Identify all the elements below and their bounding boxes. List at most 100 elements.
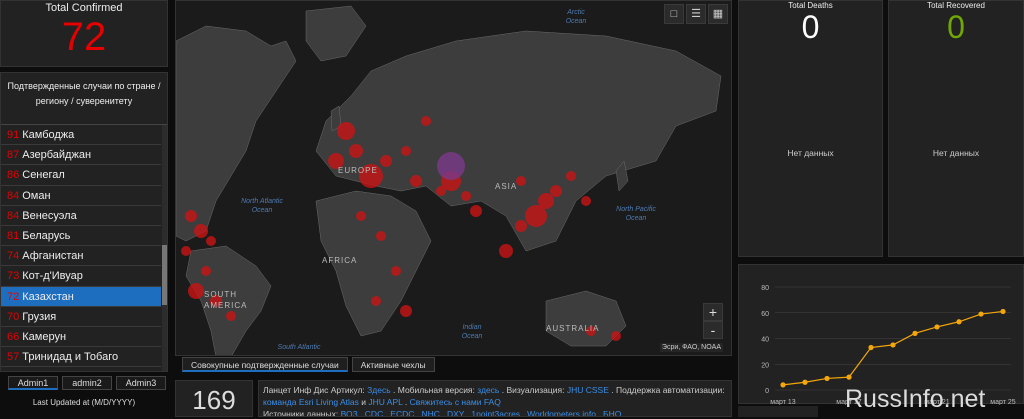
label-north-atlantic-ocean: North Atlantic Ocean — [241, 198, 283, 214]
case-marker[interactable] — [181, 246, 191, 256]
data-point[interactable] — [956, 319, 962, 325]
country-list: 91 Камбоджа 87 Азербайджан 86 Сенегал 84 Оман 84… — [1, 125, 161, 372]
country-list-item[interactable]: 66 Камерун — [1, 327, 161, 348]
case-marker[interactable] — [499, 244, 513, 258]
country-name: Беларусь — [22, 229, 71, 242]
data-point[interactable] — [890, 342, 896, 348]
tab-admin2[interactable]: admin2 — [62, 376, 112, 390]
list-icon[interactable]: ☰ — [686, 4, 706, 24]
info-mobile-label: . Мобильная версия: — [393, 385, 475, 395]
country-list-item[interactable]: 91 Камбоджа — [1, 125, 161, 146]
country-count: 66 — [7, 330, 20, 343]
info-sources-label: Источники данных: — [263, 409, 339, 417]
mobile-link[interactable]: здесь — [477, 385, 499, 395]
country-list-item[interactable]: 84 Оман — [1, 186, 161, 206]
case-marker[interactable] — [185, 210, 197, 222]
case-marker[interactable] — [470, 205, 482, 217]
data-point[interactable] — [780, 382, 786, 388]
case-marker[interactable] — [337, 122, 355, 140]
country-list-item[interactable]: 84 Венесуэла — [1, 206, 161, 226]
country-list-item[interactable]: 81 Беларусь — [1, 226, 161, 247]
label-asia: ASIA — [495, 182, 518, 191]
series-line — [782, 310, 1004, 386]
data-point[interactable] — [934, 324, 940, 330]
data-point[interactable] — [846, 374, 852, 380]
data-point[interactable] — [802, 379, 808, 385]
country-count: 53 — [7, 371, 19, 372]
country-list-item[interactable]: 87 Азербайджан — [1, 145, 161, 166]
esri-team-link[interactable]: команда Esri Living Atlas — [263, 397, 359, 407]
country-count: 70 — [7, 310, 20, 323]
tab-admin3[interactable]: Admin3 — [116, 376, 166, 390]
scrollbar-thumb[interactable] — [162, 245, 167, 305]
zoom-in-button[interactable]: + — [703, 303, 723, 321]
info-support-label: . Поддержка автоматизации: — [611, 385, 725, 395]
info-article-label: Ланцет Инф Дис Артикул: — [263, 385, 365, 395]
country-list-item[interactable]: 70 Грузия — [1, 307, 161, 327]
case-marker[interactable] — [201, 266, 211, 276]
tab-admin1[interactable]: Admin1 — [8, 376, 58, 390]
country-list-item[interactable]: 74 Афганистан — [1, 246, 161, 267]
faq-link[interactable]: FAQ — [484, 397, 501, 407]
case-marker[interactable] — [356, 211, 366, 221]
country-count: 87 — [7, 149, 20, 162]
case-marker[interactable] — [566, 171, 576, 181]
case-marker[interactable] — [400, 305, 412, 317]
data-point[interactable] — [978, 311, 984, 317]
case-marker[interactable] — [349, 144, 363, 158]
last-updated-label: Last Updated at (M/D/YYYY) — [32, 398, 136, 407]
country-list-scrollbar[interactable] — [162, 125, 167, 371]
case-marker[interactable] — [371, 296, 381, 306]
data-point[interactable] — [824, 375, 830, 382]
country-count: 91 — [7, 129, 20, 141]
case-marker[interactable] — [515, 220, 527, 232]
case-marker[interactable] — [410, 175, 422, 187]
case-marker[interactable] — [421, 116, 431, 126]
tab-cumulative-confirmed[interactable]: Совокупные подтвержденные случаи — [182, 357, 348, 372]
case-marker[interactable] — [401, 146, 411, 156]
case-marker[interactable] — [194, 224, 208, 238]
data-point[interactable] — [912, 330, 918, 336]
article-link[interactable]: Здесь — [367, 385, 391, 395]
y-tick-label: 40 — [761, 337, 769, 344]
case-marker[interactable] — [516, 176, 526, 186]
data-point[interactable] — [868, 344, 874, 351]
contact-link[interactable]: Свяжитесь с нами — [410, 397, 482, 407]
y-tick-label: 80 — [761, 285, 769, 292]
jhu-csse-link[interactable]: JHU CSSE — [567, 385, 609, 395]
bookmark-icon[interactable]: □ — [664, 4, 684, 24]
case-marker[interactable] — [376, 231, 386, 241]
world-map[interactable]: □ ☰ ▦ + - Эсри, ФАО, NOAA Arctic Ocean N… — [175, 0, 732, 356]
country-list-panel: Подтвержденные случаи по стране / регион… — [0, 72, 168, 372]
case-marker[interactable] — [206, 236, 216, 246]
case-marker[interactable] — [437, 152, 465, 180]
case-marker[interactable] — [538, 193, 554, 209]
sources-links[interactable]: ВОЗ , CDC , ECDC , NHC , DXY , 1point3ac… — [341, 409, 627, 416]
map-attribution: Эсри, ФАО, NOAA — [659, 343, 723, 352]
country-list-item[interactable]: 53Гана — [1, 367, 161, 372]
case-marker[interactable] — [581, 196, 591, 206]
zoom-out-button[interactable]: - — [703, 321, 723, 339]
info-viz-label: . Визуализация: — [501, 385, 565, 395]
bottom-tab-strip — [738, 406, 818, 417]
tab-active-cases[interactable]: Активные чехлы — [351, 357, 435, 372]
country-list-item[interactable]: 72 Казахстан — [1, 286, 161, 307]
country-count: 84 — [7, 189, 20, 202]
qr-code-icon[interactable]: ▦ — [708, 4, 728, 24]
site-watermark: RussInfo.net — [845, 385, 986, 413]
country-list-item[interactable]: 73 Кот-д'Ивуар — [1, 266, 161, 287]
case-marker[interactable] — [611, 331, 621, 341]
case-marker[interactable] — [550, 185, 562, 197]
country-list-item[interactable]: 86 Сенегал — [1, 165, 161, 186]
data-point[interactable] — [1000, 308, 1006, 315]
country-name: Оман — [22, 189, 51, 202]
case-marker[interactable] — [461, 191, 471, 201]
case-marker[interactable] — [391, 266, 401, 276]
country-name: Грузия — [22, 310, 57, 323]
country-list-item[interactable]: 57 Тринидад и Тобаго — [1, 347, 161, 368]
jhu-apl-link[interactable]: JHU APL — [368, 397, 402, 407]
case-marker[interactable] — [380, 155, 392, 167]
case-marker[interactable] — [226, 311, 236, 321]
label-south-atlantic: South Atlantic — [277, 344, 321, 351]
case-marker[interactable] — [188, 283, 204, 299]
